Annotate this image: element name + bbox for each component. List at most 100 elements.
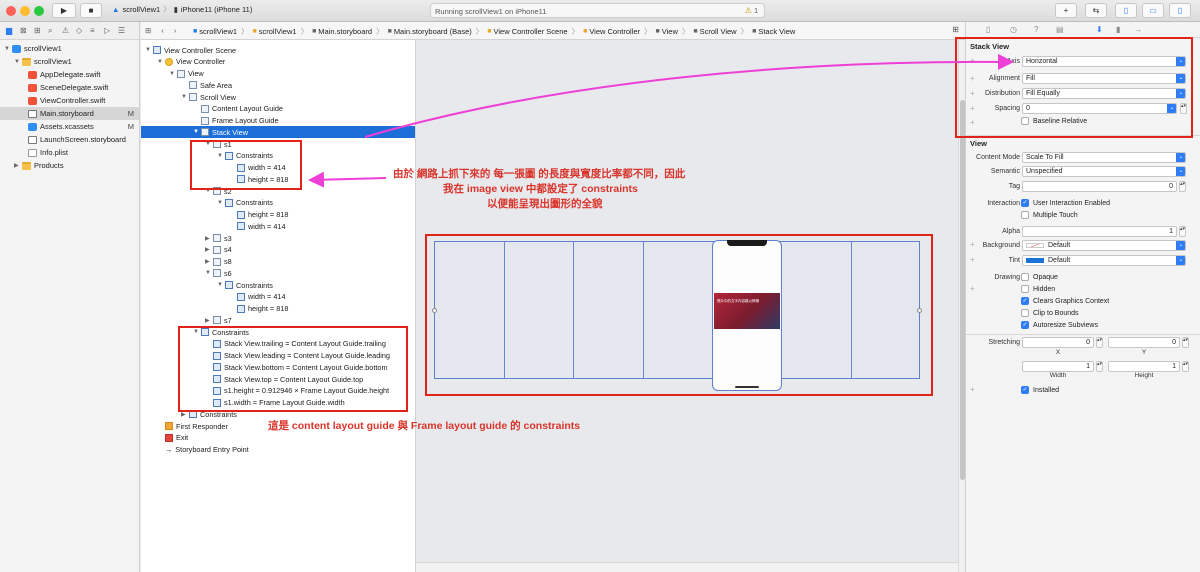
navigator-item[interactable]: Assets.xcassets M — [0, 120, 139, 133]
checkbox[interactable] — [1021, 285, 1029, 293]
outline-row[interactable]: ▼ s6 — [141, 267, 232, 279]
toggle-navigator-button[interactable]: ▯ — [1115, 3, 1137, 18]
navigator-item[interactable]: AppDelegate.swift — [0, 68, 139, 81]
breadcrumb-item[interactable]: Main.storyboard (Base) — [394, 27, 472, 36]
navigator-item[interactable]: LaunchScreen.storyboard — [0, 133, 139, 146]
disclosure-triangle-icon[interactable]: ▼ — [181, 94, 189, 100]
help-inspector-icon[interactable]: ? — [1034, 25, 1038, 34]
stretch-x-field[interactable]: 0 — [1022, 337, 1094, 348]
semantic-popup[interactable]: Unspecified ⌄ — [1022, 166, 1186, 177]
alpha-field-stepper[interactable]: ▴▾ — [1179, 226, 1186, 237]
outline-row[interactable]: Content Layout Guide — [141, 103, 283, 115]
breadcrumb-item[interactable]: scrollView1 — [259, 27, 297, 36]
disclosure-triangle-icon[interactable]: ▶ — [205, 246, 213, 253]
minimize-window-button[interactable] — [20, 6, 30, 16]
navigator-item[interactable]: SceneDelegate.swift — [0, 81, 139, 94]
disclosure-triangle-icon[interactable]: ▼ — [205, 270, 213, 276]
stretch-width-field-stepper[interactable]: ▴▾ — [1096, 361, 1103, 372]
checkbox[interactable]: ✓ — [1021, 321, 1029, 329]
issue-tab-icon[interactable]: ⚠ — [62, 26, 69, 35]
disclosure-triangle-icon[interactable]: ▼ — [157, 59, 165, 65]
outline-row[interactable]: ▶ s8 — [141, 256, 232, 268]
outline-row[interactable]: ▶ s3 — [141, 232, 232, 244]
alpha-field[interactable]: 1 — [1022, 226, 1177, 237]
stretch-width-field[interactable]: 1 — [1022, 361, 1094, 372]
zoom-window-button[interactable] — [34, 6, 44, 16]
breadcrumb-item[interactable]: Main.storyboard — [318, 27, 372, 36]
back-icon[interactable]: ‹ — [161, 26, 164, 35]
navigator-item[interactable]: ▶ Products — [0, 159, 139, 172]
tag-field[interactable]: 0 — [1022, 181, 1177, 192]
breadcrumb-item[interactable]: View Controller Scene — [494, 27, 568, 36]
checkbox[interactable]: ✓ — [1021, 386, 1029, 394]
stretch-x-field-stepper[interactable]: ▴▾ — [1096, 337, 1103, 348]
checkbox[interactable]: ✓ — [1021, 297, 1029, 305]
stop-button[interactable]: ■ — [80, 3, 102, 18]
add-variation-icon[interactable]: + — [970, 385, 975, 394]
outline-row[interactable]: Frame Layout Guide — [141, 115, 279, 127]
attributes-inspector-icon[interactable]: ⬇ — [1096, 25, 1103, 34]
outline-row[interactable]: ▼ Constraints — [141, 279, 273, 291]
breadcrumb-item[interactable]: View Controller — [589, 27, 640, 36]
identity-inspector-icon[interactable]: ▤ — [1056, 25, 1064, 34]
tint-popup[interactable]: Default ⌄ — [1022, 255, 1186, 266]
code-review-button[interactable]: ⇆ — [1085, 3, 1107, 18]
stretch-height-field[interactable]: 1 — [1108, 361, 1180, 372]
disclosure-triangle-icon[interactable]: ▼ — [145, 47, 153, 53]
outline-row[interactable]: ▼ Scroll View — [141, 91, 236, 103]
debug-tab-icon[interactable]: ≡ — [90, 26, 95, 35]
connections-inspector-icon[interactable]: → — [1134, 25, 1142, 34]
outline-row[interactable]: ▶ s7 — [141, 314, 232, 326]
forward-icon[interactable]: › — [174, 26, 177, 35]
autoresize-checkbox[interactable]: ✓ Autoresize Subviews — [1021, 321, 1098, 329]
folder-tab-icon[interactable]: ▆ — [6, 26, 12, 35]
report-tab-icon[interactable]: ☰ — [118, 26, 125, 35]
stretch-y-field[interactable]: 0 — [1108, 337, 1180, 348]
navigator-item[interactable]: ▼ scrollView1 — [0, 42, 139, 55]
find-tab-icon[interactable]: ⌕ — [48, 26, 52, 36]
library-button[interactable]: + — [1055, 3, 1077, 18]
breadcrumb-item[interactable]: Stack View — [758, 27, 795, 36]
test-tab-icon[interactable]: ◇ — [76, 26, 82, 35]
clip-to-bounds-checkbox[interactable]: Clip to Bounds — [1021, 309, 1079, 317]
outline-row[interactable]: width = 414 — [141, 291, 286, 303]
outline-row[interactable]: → Storyboard Entry Point — [141, 444, 249, 456]
disclosure-triangle-icon[interactable]: ▶ — [205, 258, 213, 265]
checkbox[interactable] — [1021, 309, 1029, 317]
disclosure-triangle-icon[interactable]: ▼ — [217, 200, 225, 206]
add-variation-icon[interactable]: + — [970, 284, 975, 293]
navigator-item[interactable]: Info.plist — [0, 146, 139, 159]
content-mode-popup[interactable]: Scale To Fill ⌄ — [1022, 152, 1186, 163]
outline-row[interactable]: height = 818 — [141, 209, 288, 221]
disclosure-triangle-icon[interactable]: ▶ — [205, 235, 213, 242]
opaque-checkbox[interactable]: Opaque — [1021, 273, 1058, 281]
add-editor-icon[interactable]: ⊞ — [952, 25, 959, 34]
outline-row[interactable]: width = 414 — [141, 220, 286, 232]
clears-graphics-checkbox[interactable]: ✓ Clears Graphics Context — [1021, 297, 1109, 305]
disclosure-triangle-icon[interactable]: ▼ — [4, 46, 12, 52]
run-button[interactable]: ▶ — [52, 3, 76, 18]
disclosure-triangle-icon[interactable]: ▼ — [14, 59, 22, 65]
warning-indicator[interactable]: ⚠ 1 — [745, 6, 758, 15]
scheme-selector[interactable]: ▲ scrollView1 〉 ▮ iPhone11 (iPhone 11) — [112, 4, 252, 15]
disclosure-triangle-icon[interactable]: ▼ — [217, 282, 225, 288]
source-control-tab-icon[interactable]: ⊠ — [20, 26, 27, 35]
hidden-checkbox[interactable]: Hidden — [1021, 285, 1055, 293]
breadcrumb-item[interactable]: View — [662, 27, 678, 36]
breadcrumb-item[interactable]: Scroll View — [700, 27, 737, 36]
outline-row[interactable]: ▼ Constraints — [141, 197, 273, 209]
outline-row[interactable]: Safe Area — [141, 79, 232, 91]
outline-row[interactable]: ▼ View — [141, 68, 204, 80]
user-interaction-checkbox[interactable]: ✓ User Interaction Enabled — [1021, 199, 1110, 207]
related-items-icon[interactable]: ⊞ — [145, 26, 151, 35]
background-popup[interactable]: Default ⌄ — [1022, 240, 1186, 251]
navigator-item[interactable]: ViewController.swift — [0, 94, 139, 107]
outline-row[interactable]: Exit — [141, 432, 188, 444]
outline-row[interactable]: ▼ View Controller — [141, 56, 225, 68]
close-window-button[interactable] — [6, 6, 16, 16]
stretch-height-field-stepper[interactable]: ▴▾ — [1182, 361, 1189, 372]
installed-checkbox[interactable]: ✓ Installed — [1021, 386, 1059, 394]
file-inspector-icon[interactable]: ▯ — [986, 25, 990, 34]
outline-row[interactable]: ▼ Stack View — [141, 126, 415, 139]
checkbox[interactable] — [1021, 273, 1029, 281]
